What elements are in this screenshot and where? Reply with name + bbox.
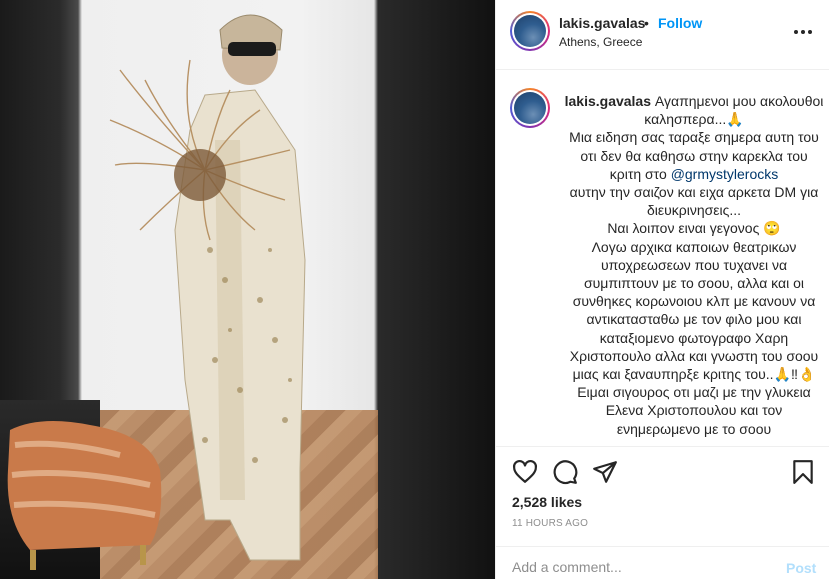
bookmark-icon[interactable] <box>790 459 816 485</box>
separator-dot: • <box>644 15 649 31</box>
likes-count[interactable]: 2,528 likes <box>512 494 582 510</box>
caption-area: lakis.gavalas Αγαπημενοι μου ακολουθοι κ… <box>496 70 829 446</box>
post-location[interactable]: Athens, Greece <box>559 35 642 49</box>
post-timestamp[interactable]: 11 HOURS AGO <box>512 518 588 529</box>
action-bar: 2,528 likes 11 HOURS AGO <box>496 446 829 546</box>
caption-mention-link[interactable]: @grmystylerocks <box>671 166 779 182</box>
caption-avatar[interactable] <box>510 88 550 128</box>
more-options-icon[interactable] <box>794 23 816 39</box>
paper-plane-icon[interactable] <box>592 459 618 485</box>
follow-button[interactable]: Follow <box>658 15 702 31</box>
caption-username[interactable]: lakis.gavalas <box>565 93 651 109</box>
comment-input[interactable] <box>512 557 762 577</box>
post-photo[interactable] <box>0 0 495 579</box>
photo-illustration <box>7 14 306 570</box>
post-side-panel: lakis.gavalas • Follow Athens, Greece la… <box>495 0 829 579</box>
caption-text: lakis.gavalas Αγαπημενοι μου ακολουθοι κ… <box>563 92 825 438</box>
comment-bar: Post <box>496 546 829 579</box>
caption-body-end: αυτην την σαιζον και ειχα αρκετα DM για … <box>569 184 819 437</box>
comment-icon[interactable] <box>552 459 578 485</box>
author-avatar[interactable] <box>510 11 550 51</box>
author-username[interactable]: lakis.gavalas <box>559 15 645 31</box>
post-header: lakis.gavalas • Follow Athens, Greece <box>496 0 829 70</box>
post-comment-button[interactable]: Post <box>786 560 816 576</box>
heart-icon[interactable] <box>512 459 538 485</box>
